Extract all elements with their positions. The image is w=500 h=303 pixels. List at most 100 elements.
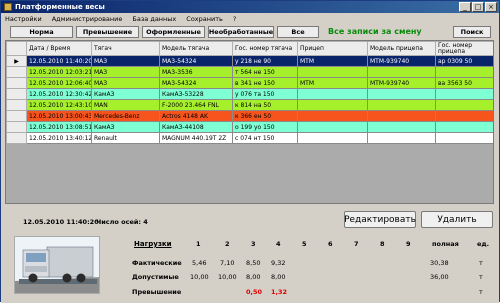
- cell-tractor-plate[interactable]: с 074 нт 150: [232, 132, 298, 144]
- cell-tractor-model[interactable]: МА3-54324: [159, 77, 233, 89]
- filter-formalized-button[interactable]: Оформленные: [142, 26, 205, 38]
- cell-trailer[interactable]: [297, 121, 368, 133]
- cell-tractor-plate[interactable]: т 564 не 150: [232, 66, 298, 78]
- cell-trailer-model[interactable]: [367, 88, 436, 100]
- cell-tractor-model[interactable]: F-2000 23.464 FNL: [159, 99, 233, 111]
- filter-exceeded-button[interactable]: Превышение: [76, 26, 139, 38]
- cell-datetime[interactable]: 12.05.2010 12:30:42: [26, 88, 92, 100]
- cell-trailer-plate[interactable]: [435, 99, 493, 111]
- delete-button[interactable]: Удалить: [421, 211, 493, 228]
- row-selector[interactable]: [6, 110, 27, 122]
- cell-trailer-model[interactable]: [367, 121, 436, 133]
- menu-database[interactable]: База данных: [132, 15, 176, 23]
- search-button[interactable]: Поиск: [453, 26, 491, 38]
- cell-tractor[interactable]: МАЗ: [91, 77, 160, 89]
- cell-trailer-model[interactable]: [367, 99, 436, 111]
- cell-tractor-model[interactable]: MA3-54324: [159, 55, 233, 67]
- cell-trailer[interactable]: [297, 66, 368, 78]
- cell-datetime[interactable]: 12.05.2010 13:40:12: [26, 132, 92, 144]
- table-row[interactable]: 12.05.2010 13:00:43 Mercedes-Benz Actros 4…: [6, 110, 493, 122]
- cell-datetime[interactable]: 12.05.2010 12:06:40: [26, 77, 92, 89]
- cell-trailer[interactable]: [297, 88, 368, 100]
- row-selector[interactable]: [6, 88, 27, 100]
- row-selector[interactable]: ▶: [6, 55, 27, 67]
- table-row[interactable]: 12.05.2010 12:43:10 MAN F-2000 23.464 FNL к…: [6, 99, 493, 111]
- cell-trailer-plate[interactable]: [435, 66, 493, 78]
- allowed-total: 36,00: [430, 273, 449, 281]
- cell-tractor-plate[interactable]: к 814 на 50: [232, 99, 298, 111]
- column-header-trailer-plate[interactable]: Гос. номер прицепа: [435, 41, 493, 56]
- menu-bar: Настройки Администрирование База данных …: [1, 13, 499, 24]
- cell-datetime[interactable]: 12.05.2010 12:03:21: [26, 66, 92, 78]
- cell-trailer-model[interactable]: [367, 66, 436, 78]
- cell-tractor[interactable]: Renault: [91, 132, 160, 144]
- cell-trailer-plate[interactable]: [435, 121, 493, 133]
- table-row[interactable]: ▶ 12.05.2010 11:40:20 МАЗ MA3-54324 у 218 не…: [6, 55, 493, 67]
- row-selector[interactable]: [6, 121, 27, 133]
- cell-tractor[interactable]: Mercedes-Benz: [91, 110, 160, 122]
- allowed-axle-1: 10,00: [190, 273, 209, 281]
- cell-trailer-plate[interactable]: [435, 88, 493, 100]
- table-row[interactable]: 12.05.2010 13:40:12 Renault MAGNUM 440.19T…: [6, 132, 493, 144]
- cell-trailer-model[interactable]: МТМ-939740: [367, 77, 436, 89]
- cell-trailer-model[interactable]: МТМ-939740: [367, 55, 436, 67]
- row-selector[interactable]: [6, 99, 27, 111]
- filter-unprocessed-button[interactable]: Необработанные: [208, 26, 274, 38]
- cell-tractor-plate[interactable]: о 199 уо 150: [232, 121, 298, 133]
- row-selector[interactable]: [6, 77, 27, 89]
- cell-datetime[interactable]: 12.05.2010 13:00:43: [26, 110, 92, 122]
- row-selector[interactable]: [6, 132, 27, 144]
- maximize-button[interactable]: □: [472, 2, 484, 12]
- cell-tractor-model[interactable]: MAGNUM 440.19T 2Z: [159, 132, 233, 144]
- cell-datetime[interactable]: 12.05.2010 12:43:10: [26, 99, 92, 111]
- cell-tractor-plate[interactable]: у 218 не 90: [232, 55, 298, 67]
- filter-all-button[interactable]: Все: [277, 26, 319, 38]
- menu-settings[interactable]: Настройки: [5, 15, 42, 23]
- table-row[interactable]: 12.05.2010 12:30:42 КамАЗ КамАЗ-53228 у 076…: [6, 88, 493, 100]
- column-header-trailer-model[interactable]: Модель прицепа: [367, 41, 436, 56]
- cell-tractor[interactable]: КамАЗ: [91, 121, 160, 133]
- cell-tractor-plate[interactable]: у 076 та 150: [232, 88, 298, 100]
- cell-trailer[interactable]: [297, 132, 368, 144]
- menu-administration[interactable]: Администрирование: [52, 15, 123, 23]
- cell-trailer[interactable]: [297, 99, 368, 111]
- cell-tractor[interactable]: КамАЗ: [91, 88, 160, 100]
- cell-trailer-plate[interactable]: ва 3563 50: [435, 77, 493, 89]
- cell-trailer[interactable]: МТМ: [297, 77, 368, 89]
- column-header-tractor[interactable]: Тягач: [91, 41, 160, 56]
- filter-norm-button[interactable]: Норма: [10, 26, 73, 38]
- edit-button[interactable]: Редактировать: [344, 211, 416, 228]
- table-row[interactable]: 12.05.2010 13:08:51 КамАЗ КамАЗ-44108 о 199…: [6, 121, 493, 133]
- cell-tractor-plate[interactable]: в 341 не 150: [232, 77, 298, 89]
- column-header-tractor-plate[interactable]: Гос. номер тягача: [232, 41, 298, 56]
- cell-tractor-plate[interactable]: к 366 ен 50: [232, 110, 298, 122]
- table-row[interactable]: 12.05.2010 12:06:40 МАЗ МА3-54324 в 341 не …: [6, 77, 493, 89]
- exceeded-axle-4: 1,32: [271, 288, 288, 296]
- cell-tractor-model[interactable]: КамАЗ-44108: [159, 121, 233, 133]
- cell-tractor-model[interactable]: МА3-3536: [159, 66, 233, 78]
- cell-trailer[interactable]: [297, 110, 368, 122]
- cell-trailer-model[interactable]: [367, 110, 436, 122]
- close-button[interactable]: ×: [485, 2, 497, 12]
- cell-tractor[interactable]: MAN: [91, 99, 160, 111]
- cell-trailer-plate[interactable]: [435, 132, 493, 144]
- cell-trailer-plate[interactable]: [435, 110, 493, 122]
- row-selector[interactable]: [6, 66, 27, 78]
- cell-tractor-model[interactable]: КамАЗ-53228: [159, 88, 233, 100]
- column-header-tractor-model[interactable]: Модель тягача: [159, 41, 233, 56]
- cell-trailer-model[interactable]: [367, 132, 436, 144]
- menu-help[interactable]: ?: [233, 15, 236, 23]
- cell-tractor-model[interactable]: Actros 4148 AK: [159, 110, 233, 122]
- axle-number-9: 9: [406, 240, 411, 248]
- cell-trailer-plate[interactable]: ар 0309 50: [435, 55, 493, 67]
- column-header-trailer[interactable]: Прицеп: [297, 41, 368, 56]
- minimize-button[interactable]: _: [459, 2, 471, 12]
- menu-save[interactable]: Сохранить: [186, 15, 223, 23]
- table-row[interactable]: 12.05.2010 12:03:21 МАЗ МА3-3536 т 564 не 1…: [6, 66, 493, 78]
- cell-tractor[interactable]: МАЗ: [91, 66, 160, 78]
- cell-datetime[interactable]: 12.05.2010 13:08:51: [26, 121, 92, 133]
- column-header-datetime[interactable]: Дата / Время: [26, 41, 92, 56]
- cell-trailer[interactable]: МТМ: [297, 55, 368, 67]
- cell-datetime[interactable]: 12.05.2010 11:40:20: [26, 55, 92, 67]
- cell-tractor[interactable]: МАЗ: [91, 55, 160, 67]
